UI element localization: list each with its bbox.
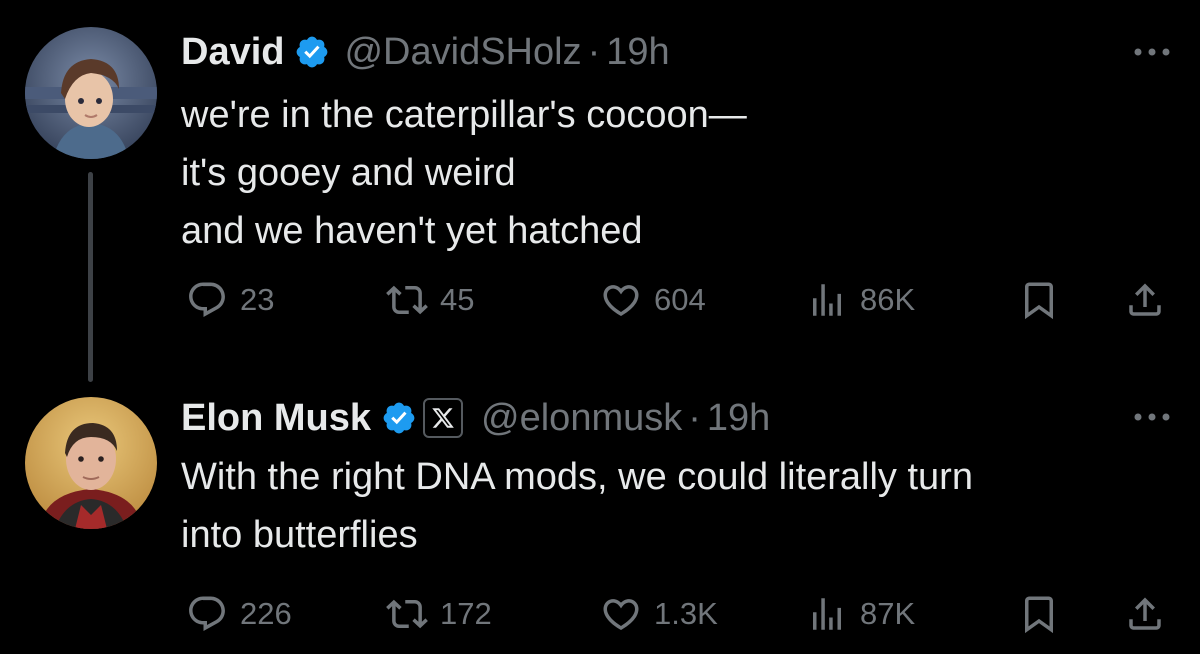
- author-name[interactable]: David: [181, 31, 284, 74]
- timestamp[interactable]: 19h: [707, 397, 770, 440]
- retweet-button[interactable]: 172: [386, 592, 492, 636]
- like-count: 604: [654, 282, 706, 317]
- separator-dot: ·: [688, 396, 701, 439]
- tweet[interactable]: Elon Musk @elonmusk · 19h With the right…: [0, 380, 1200, 654]
- share-upload-icon: [1124, 279, 1166, 321]
- retweet-icon: [386, 593, 428, 635]
- reply-count: 226: [240, 596, 292, 631]
- like-button[interactable]: 1.3K: [600, 592, 718, 636]
- like-count: 1.3K: [654, 596, 718, 631]
- avatar[interactable]: [25, 27, 157, 159]
- share-upload-icon: [1124, 593, 1166, 635]
- views-bar-chart-icon: [806, 593, 848, 635]
- views-button[interactable]: 86K: [806, 278, 915, 322]
- verified-badge-icon[interactable]: [381, 400, 417, 436]
- tweet[interactable]: David @DavidSHolz · 19h we're in the cat…: [0, 0, 1200, 350]
- tweet-actions: 23 45 604 86K: [0, 278, 1200, 322]
- reply-count: 23: [240, 282, 275, 317]
- more-horizontal-icon[interactable]: [1132, 410, 1172, 424]
- reply-bubble-icon: [186, 279, 228, 321]
- thread-view: David @DavidSHolz · 19h we're in the cat…: [0, 0, 1200, 654]
- tweet-text-line: it's gooey and weird: [181, 152, 516, 194]
- retweet-button[interactable]: 45: [386, 278, 474, 322]
- verified-badge-icon[interactable]: [294, 34, 330, 70]
- tweet-text-line: With the right DNA mods, we could litera…: [181, 456, 973, 498]
- tweet-text: With the right DNA mods, we could litera…: [181, 448, 1171, 564]
- more-horizontal-icon[interactable]: [1132, 45, 1172, 59]
- avatar[interactable]: [25, 397, 157, 529]
- author-handle[interactable]: @DavidSHolz: [344, 31, 581, 74]
- bookmark-icon: [1018, 593, 1060, 635]
- reply-bubble-icon: [186, 593, 228, 635]
- views-count: 87K: [860, 596, 916, 631]
- heart-icon: [600, 593, 642, 635]
- bookmark-icon: [1018, 279, 1060, 321]
- views-bar-chart-icon: [806, 279, 848, 321]
- like-button[interactable]: 604: [600, 278, 706, 322]
- views-count: 86K: [860, 282, 916, 317]
- share-button[interactable]: [1124, 278, 1166, 322]
- views-button[interactable]: 87K: [806, 592, 915, 636]
- tweet-actions: 226 172 1.3K 87K: [0, 592, 1200, 636]
- reply-button[interactable]: 23: [186, 278, 274, 322]
- tweet-text: we're in the caterpillar's cocoon— it's …: [181, 86, 1171, 260]
- x-logo-icon[interactable]: [423, 398, 464, 438]
- author-name[interactable]: Elon Musk: [181, 397, 371, 440]
- tweet-text-line: we're in the caterpillar's cocoon—: [181, 94, 747, 136]
- retweet-count: 45: [440, 282, 475, 317]
- tweet-header: Elon Musk @elonmusk · 19h: [181, 394, 770, 442]
- timestamp[interactable]: 19h: [606, 31, 669, 74]
- retweet-count: 172: [440, 596, 492, 631]
- tweet-text-line: and we haven't yet hatched: [181, 210, 643, 252]
- tweet-header: David @DavidSHolz · 19h: [181, 28, 670, 76]
- share-button[interactable]: [1124, 592, 1166, 636]
- tweet-text-line: into butterflies: [181, 514, 418, 556]
- author-handle[interactable]: @elonmusk: [481, 397, 682, 440]
- retweet-icon: [386, 279, 428, 321]
- heart-icon: [600, 279, 642, 321]
- reply-button[interactable]: 226: [186, 592, 292, 636]
- separator-dot: ·: [587, 30, 601, 73]
- bookmark-button[interactable]: [1018, 592, 1060, 636]
- bookmark-button[interactable]: [1018, 278, 1060, 322]
